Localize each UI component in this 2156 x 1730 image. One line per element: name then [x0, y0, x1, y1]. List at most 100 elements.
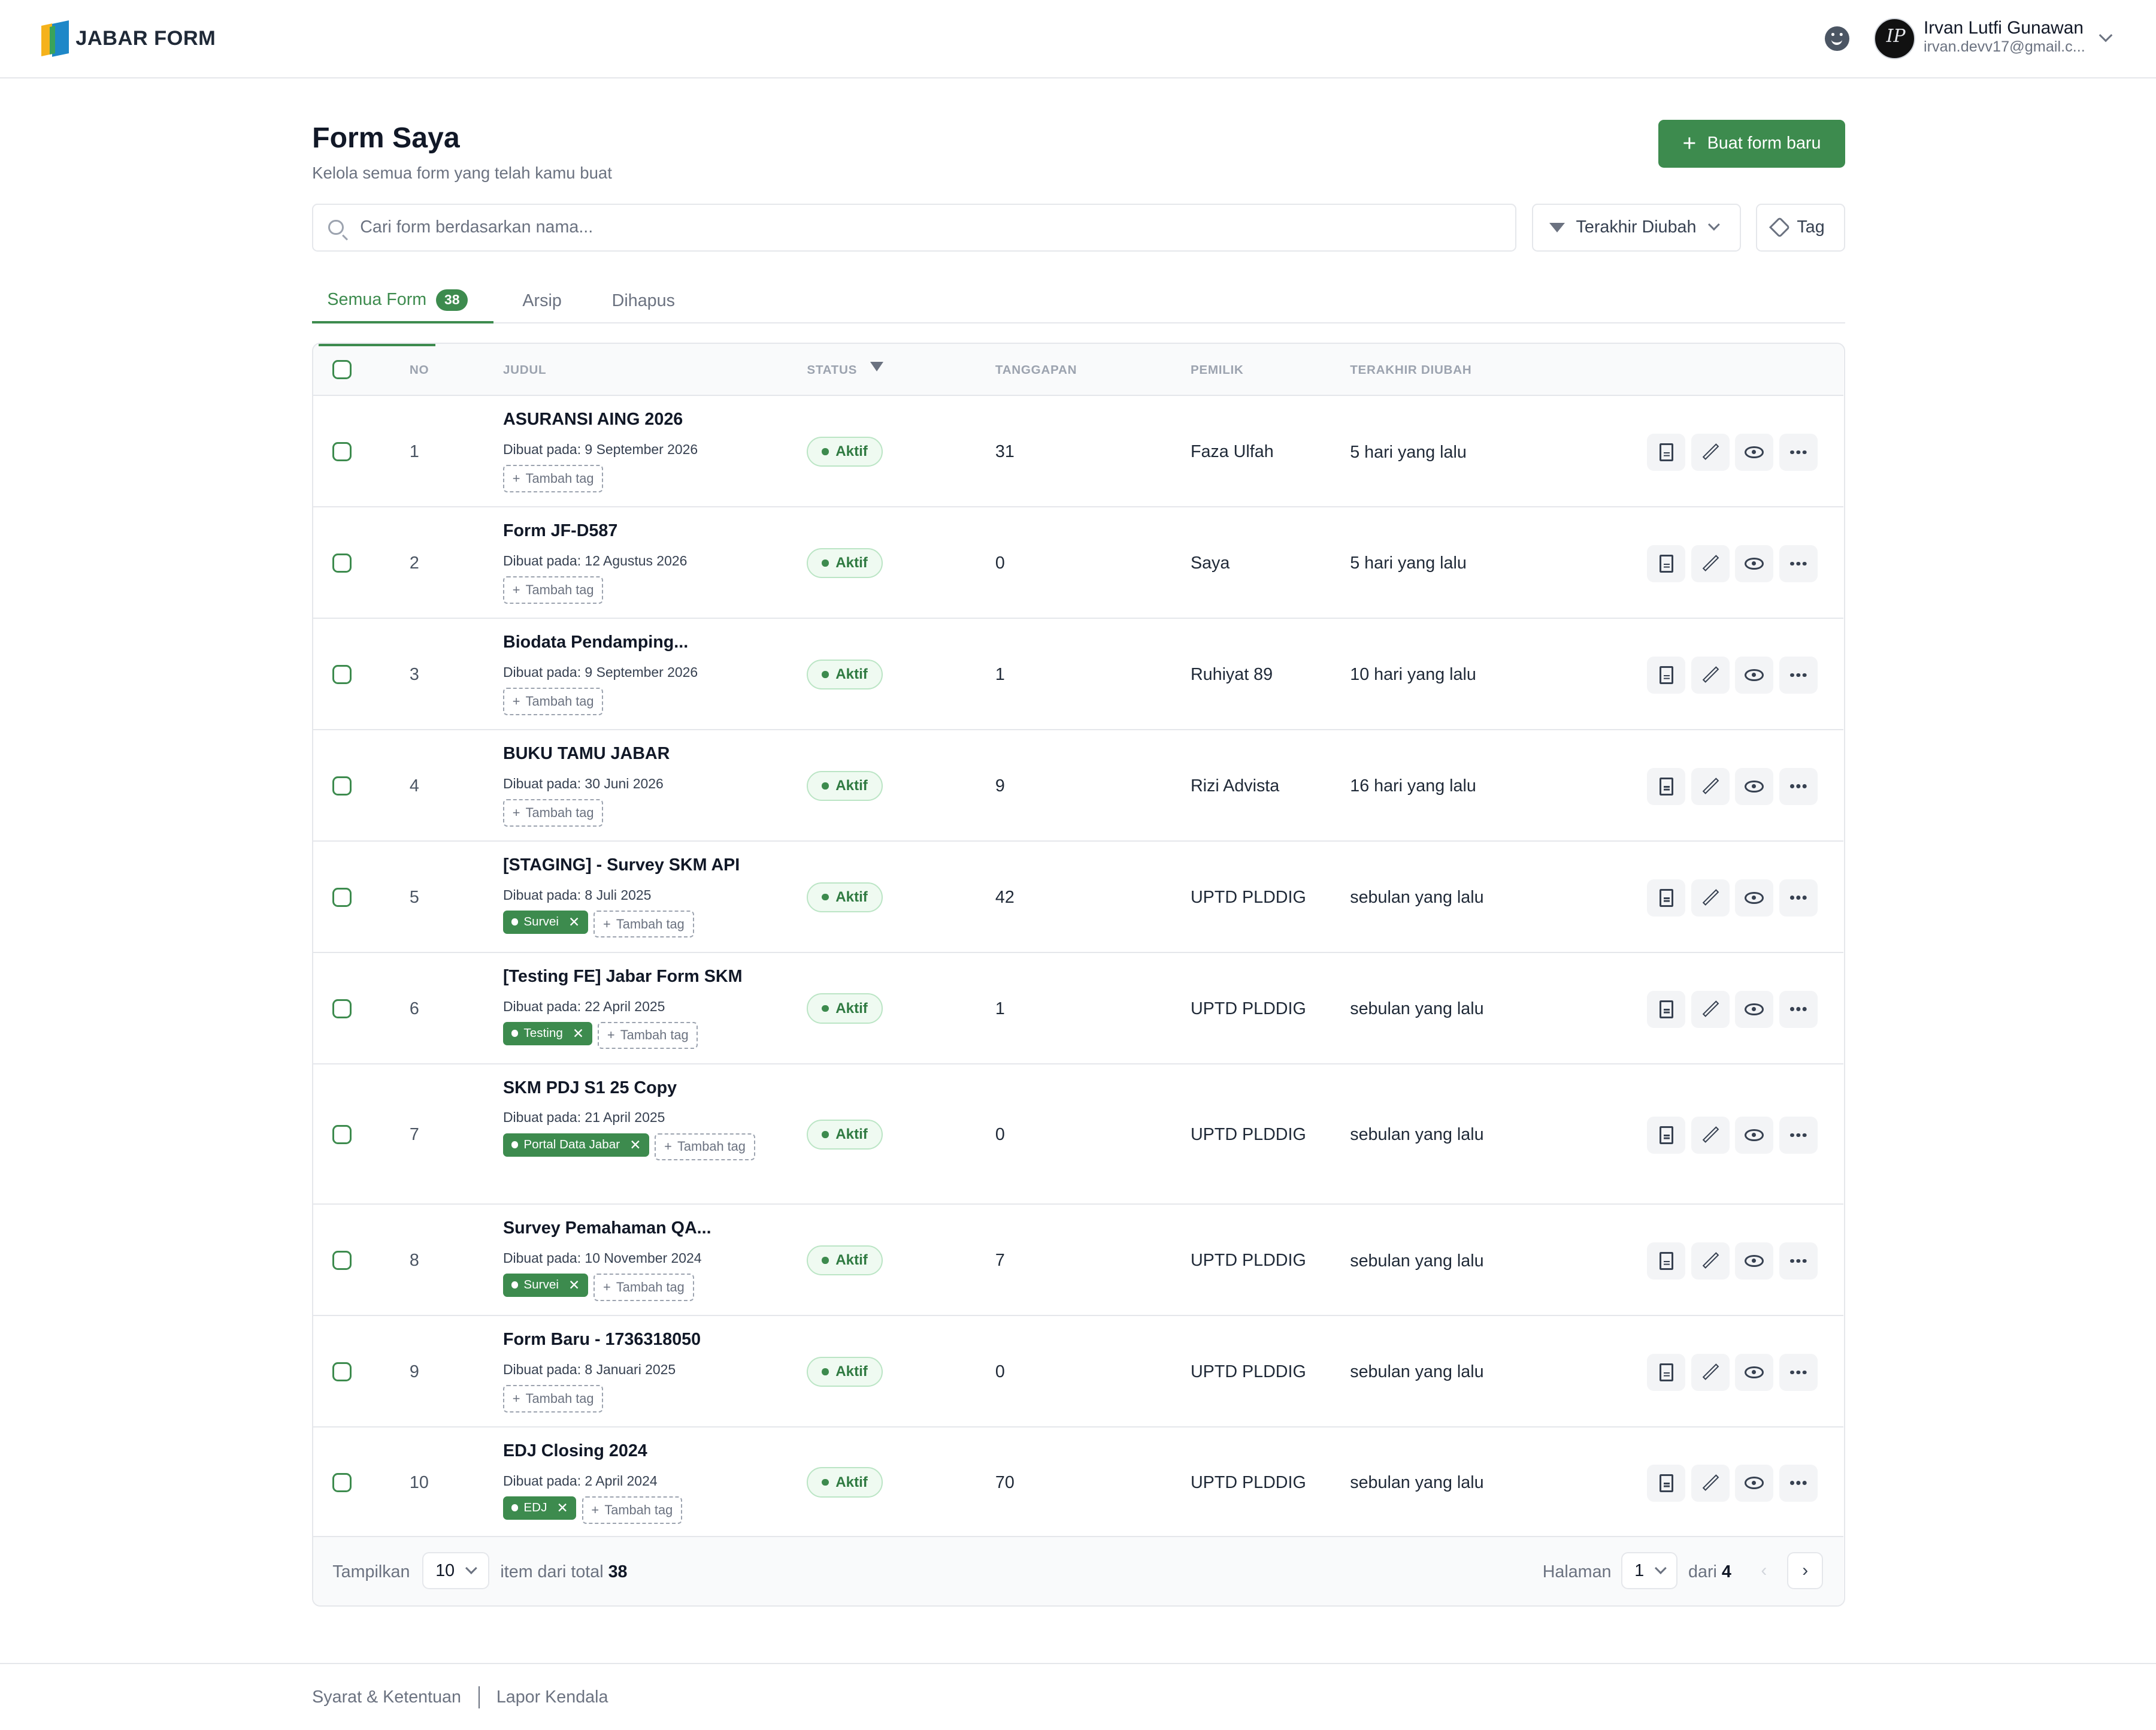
tab-arsip[interactable]: Arsip [522, 279, 561, 323]
close-icon[interactable]: ✕ [629, 1137, 641, 1153]
preview-button[interactable] [1735, 1242, 1774, 1280]
add-tag-button[interactable]: + Tambah tag [502, 799, 604, 827]
edit-button[interactable] [1691, 1242, 1730, 1280]
responses-button[interactable] [1647, 656, 1686, 694]
new-form-button[interactable]: + Buat form baru [1658, 119, 1846, 168]
form-title[interactable]: Form Baru - 1736318050 [503, 1330, 701, 1350]
table-row[interactable]: 9 Form Baru - 1736318050 Dibuat pada: 8 Ja… [313, 1316, 1844, 1427]
preview-button[interactable] [1735, 545, 1774, 582]
tag-pill[interactable]: Testing ✕ [502, 1021, 592, 1045]
preview-button[interactable] [1735, 434, 1774, 471]
select-all-checkbox[interactable] [332, 360, 352, 380]
tag-pill[interactable]: EDJ ✕ [502, 1496, 577, 1520]
per-page-select[interactable]: 10 [422, 1552, 490, 1590]
more-button[interactable] [1779, 990, 1818, 1028]
add-tag-button[interactable]: + Tambah tag [502, 576, 604, 604]
more-button[interactable] [1779, 1464, 1818, 1502]
responses-button[interactable] [1647, 434, 1686, 471]
responses-button[interactable] [1647, 879, 1686, 917]
app-logo[interactable]: JABAR FORM [41, 20, 216, 57]
more-button[interactable] [1779, 656, 1818, 694]
add-tag-button[interactable]: + Tambah tag [502, 687, 604, 715]
row-checkbox[interactable] [332, 1250, 352, 1270]
more-button[interactable] [1779, 1353, 1818, 1391]
sort-dropdown[interactable]: Terakhir Diubah [1531, 203, 1741, 252]
row-checkbox[interactable] [332, 441, 352, 461]
form-title[interactable]: [Testing FE] Jabar Form SKM [503, 967, 743, 987]
row-checkbox[interactable] [332, 1362, 352, 1381]
responses-button[interactable] [1647, 1353, 1686, 1391]
add-tag-button[interactable]: + Tambah tag [582, 1496, 682, 1524]
feedback-smile-icon[interactable] [1824, 26, 1849, 51]
responses-button[interactable] [1647, 990, 1686, 1028]
tab-semua-form[interactable]: Semua Form 38 [312, 279, 494, 323]
responses-button[interactable] [1647, 1242, 1686, 1280]
form-title[interactable]: Biodata Pendamping... [503, 633, 688, 652]
row-checkbox[interactable] [332, 553, 352, 573]
responses-button[interactable] [1647, 1464, 1686, 1502]
user-name[interactable]: Irvan Lutfi Gunawan [1924, 18, 2084, 38]
preview-button[interactable] [1735, 767, 1774, 805]
add-tag-button[interactable]: + Tambah tag [598, 1021, 698, 1050]
table-row[interactable]: 10 EDJ Closing 2024 Dibuat pada: 2 April 2… [313, 1427, 1844, 1538]
form-title[interactable]: Survey Pemahaman QA... [503, 1218, 711, 1238]
page-select[interactable]: 1 [1621, 1552, 1677, 1590]
table-row[interactable]: 4 BUKU TAMU JABAR Dibuat pada: 30 Juni 202… [313, 730, 1844, 842]
edit-button[interactable] [1691, 990, 1730, 1028]
form-title[interactable]: ASURANSI AING 2026 [503, 410, 683, 430]
tag-pill[interactable]: Survei ✕ [502, 1273, 588, 1297]
table-row[interactable]: 8 Survey Pemahaman QA... Dibuat pada: 10 N… [313, 1205, 1844, 1316]
prev-page-button[interactable]: ‹ [1746, 1552, 1782, 1589]
close-icon[interactable]: ✕ [556, 1500, 568, 1516]
report-link[interactable]: Lapor Kendala [496, 1687, 608, 1707]
tab-dihapus[interactable]: Dihapus [612, 279, 675, 323]
more-button[interactable] [1779, 434, 1818, 471]
edit-button[interactable] [1691, 767, 1730, 805]
tag-pill[interactable]: Survei ✕ [502, 910, 588, 934]
more-button[interactable] [1779, 1116, 1818, 1154]
add-tag-button[interactable]: + Tambah tag [655, 1133, 755, 1161]
row-checkbox[interactable] [332, 1472, 352, 1492]
table-row[interactable]: 6 [Testing FE] Jabar Form SKM Dibuat pada:… [313, 953, 1844, 1064]
add-tag-button[interactable]: + Tambah tag [593, 1273, 694, 1301]
edit-button[interactable] [1691, 879, 1730, 917]
next-page-button[interactable]: › [1787, 1552, 1824, 1590]
responses-button[interactable] [1647, 1116, 1686, 1154]
more-button[interactable] [1779, 767, 1818, 805]
edit-button[interactable] [1691, 545, 1730, 582]
close-icon[interactable]: ✕ [568, 1277, 580, 1293]
preview-button[interactable] [1735, 879, 1774, 917]
edit-button[interactable] [1691, 1353, 1730, 1391]
preview-button[interactable] [1735, 656, 1774, 694]
form-title[interactable]: [STAGING] - Survey SKM API [503, 855, 740, 875]
status-filter-icon[interactable] [870, 361, 883, 371]
close-icon[interactable]: ✕ [573, 1026, 584, 1042]
more-button[interactable] [1779, 545, 1818, 582]
edit-button[interactable] [1691, 656, 1730, 694]
form-title[interactable]: SKM PDJ S1 25 Copy [503, 1078, 677, 1098]
edit-button[interactable] [1691, 1116, 1730, 1154]
tag-filter-button[interactable]: Tag [1755, 203, 1846, 252]
avatar[interactable]: IP [1874, 17, 1916, 59]
table-row[interactable]: 1 ASURANSI AING 2026 Dibuat pada: 9 Septem… [313, 396, 1844, 507]
add-tag-button[interactable]: + Tambah tag [502, 1384, 604, 1413]
close-icon[interactable]: ✕ [568, 914, 580, 930]
more-button[interactable] [1779, 879, 1818, 917]
add-tag-button[interactable]: + Tambah tag [502, 464, 604, 492]
row-checkbox[interactable] [332, 999, 352, 1018]
edit-button[interactable] [1691, 434, 1730, 471]
preview-button[interactable] [1735, 990, 1774, 1028]
preview-button[interactable] [1735, 1464, 1774, 1502]
terms-link[interactable]: Syarat & Ketentuan [312, 1687, 461, 1707]
form-title[interactable]: EDJ Closing 2024 [503, 1441, 647, 1461]
edit-button[interactable] [1691, 1464, 1730, 1502]
row-checkbox[interactable] [332, 887, 352, 907]
table-row[interactable]: 7 SKM PDJ S1 25 Copy Dibuat pada: 21 April… [313, 1064, 1844, 1205]
table-row[interactable]: 3 Biodata Pendamping... Dibuat pada: 9 Sep… [313, 619, 1844, 730]
row-checkbox[interactable] [332, 664, 352, 684]
responses-button[interactable] [1647, 545, 1686, 582]
form-title[interactable]: BUKU TAMU JABAR [503, 744, 670, 764]
row-checkbox[interactable] [332, 1124, 352, 1144]
tag-pill[interactable]: Portal Data Jabar ✕ [502, 1133, 650, 1157]
table-row[interactable]: 5 [STAGING] - Survey SKM API Dibuat pada: … [313, 842, 1844, 953]
